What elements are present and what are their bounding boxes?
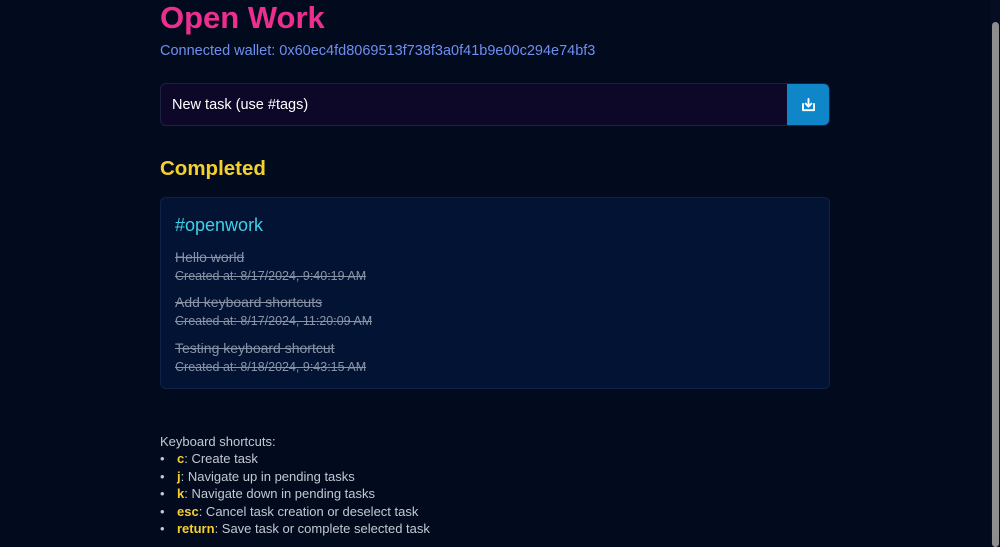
save-task-button[interactable]	[787, 84, 829, 125]
bullet: •	[160, 486, 165, 501]
task-group-card: #openwork Hello world Created at: 8/17/2…	[160, 197, 830, 389]
shortcut-key: return	[177, 521, 215, 536]
task-created-date: Created at: 8/18/2024, 9:43:15 AM	[175, 360, 367, 374]
bullet: •	[160, 503, 165, 519]
task-created-date: Created at: 8/17/2024, 11:20:09 AM	[175, 314, 373, 328]
new-task-form	[160, 83, 830, 126]
shortcuts-title: Keyboard shortcuts:	[160, 434, 276, 449]
bullet: •	[160, 451, 165, 466]
shortcut-description: : Save task or complete selected task	[214, 521, 430, 536]
shortcut-list: • c: Create task • j: Navigate up in pendi…	[160, 450, 830, 538]
shortcut-item: • j: Navigate up in pending tasks	[160, 468, 830, 486]
app-title: Open Work	[160, 0, 325, 35]
task-text: Testing keyboard shortcut	[175, 340, 335, 356]
bullet: •	[160, 468, 165, 484]
shortcut-description: : Navigate down in pending tasks	[184, 486, 376, 501]
bullet: •	[160, 521, 165, 536]
shortcut-item: • esc: Cancel task creation or deselect t…	[160, 503, 830, 521]
page-scrollbar[interactable]	[991, 0, 1000, 547]
shortcut-description: : Create task	[184, 451, 258, 466]
scrollbar-thumb[interactable]	[992, 22, 999, 547]
shortcut-description: : Cancel task creation or deselect task	[198, 503, 419, 519]
shortcut-item: • c: Create task	[160, 450, 830, 468]
shortcut-item: • return: Save task or complete selected …	[160, 520, 830, 538]
task-text: Add keyboard shortcuts	[175, 294, 323, 310]
shortcut-item: • k: Navigate down in pending tasks	[160, 485, 830, 503]
new-task-input[interactable]	[161, 84, 789, 125]
page: Open Work Connected wallet: 0x60ec4fd806…	[0, 0, 1000, 547]
task-text: Hello world	[175, 249, 245, 265]
shortcut-key: esc	[177, 503, 199, 519]
completed-heading: Completed	[160, 157, 266, 180]
task-created-date: Created at: 8/17/2024, 9:40:19 AM	[175, 269, 367, 283]
shortcut-description: : Navigate up in pending tasks	[180, 468, 355, 484]
wallet-address: Connected wallet: 0x60ec4fd8069513f738f3…	[160, 43, 596, 59]
keyboard-shortcuts: Keyboard shortcuts: • c: Create task • j: …	[160, 433, 830, 538]
download-icon	[801, 97, 815, 111]
tag-heading: #openwork	[175, 215, 264, 235]
